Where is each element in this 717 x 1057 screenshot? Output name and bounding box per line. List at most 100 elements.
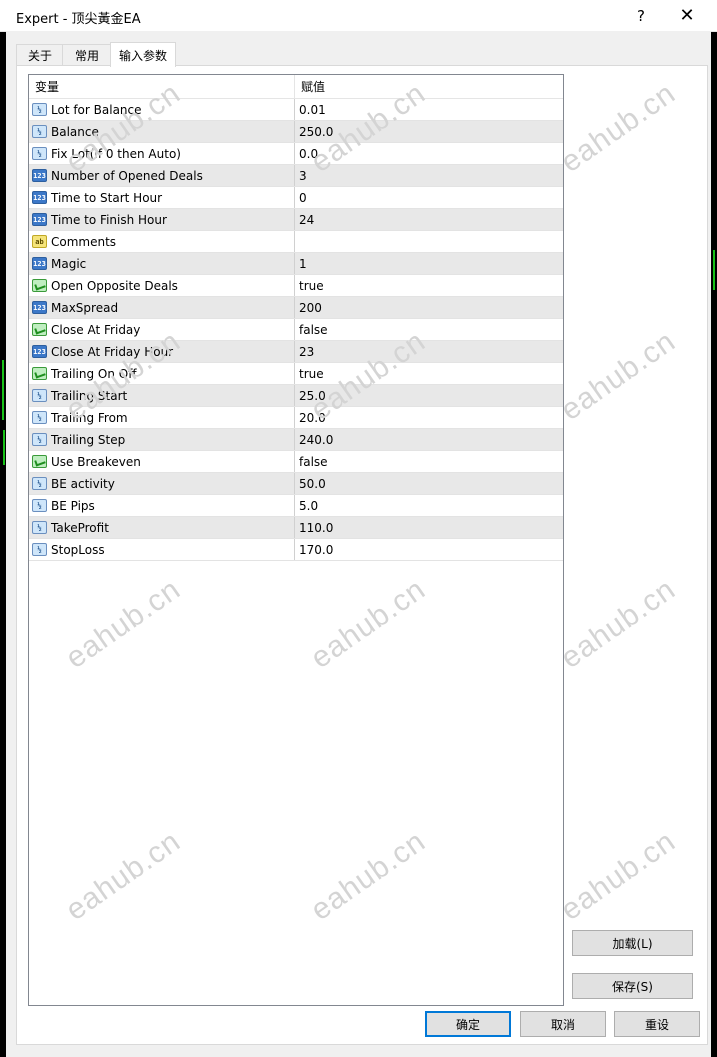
parameter-value[interactable]: 23 (299, 341, 559, 362)
double-type-icon: ½ (32, 477, 47, 490)
parameter-value[interactable]: 240.0 (299, 429, 559, 450)
parameter-name: Trailing Start (51, 388, 128, 403)
tab-label: 常用 (74, 48, 99, 63)
parameter-name: Balance (51, 124, 99, 139)
save-button[interactable]: 保存(S) (572, 973, 693, 999)
parameters-grid: 变量 赋值 ½ Lot for Balance 0.01 ½ Balance 250.0 ½… (28, 74, 564, 1006)
parameter-name: Time to Finish Hour (51, 212, 167, 227)
tab-common[interactable]: 常用 (62, 44, 112, 65)
column-header-variable[interactable]: 变量 (29, 75, 295, 98)
parameter-name: BE activity (51, 476, 115, 491)
chart-candle (713, 250, 715, 290)
parameter-value[interactable]: 25.0 (299, 385, 559, 406)
parameter-name: TakeProfit (51, 520, 109, 535)
parameter-name-cell: 123 MaxSpread (29, 297, 295, 318)
parameter-value[interactable]: 110.0 (299, 517, 559, 538)
parameter-value[interactable]: true (299, 275, 559, 296)
ok-button[interactable]: 确定 (425, 1011, 511, 1037)
table-row[interactable]: Open Opposite Deals true (29, 275, 563, 297)
parameter-value[interactable]: 5.0 (299, 495, 559, 516)
table-row[interactable]: ½ Balance 250.0 (29, 121, 563, 143)
parameter-name: BE Pips (51, 498, 95, 513)
parameter-name-cell: 123 Number of Opened Deals (29, 165, 295, 186)
table-row[interactable]: Use Breakeven false (29, 451, 563, 473)
parameter-name-cell: ½ Balance (29, 121, 295, 142)
window-titlebar: Expert - 顶尖黃金EA ? ✕ (0, 0, 717, 32)
bool-type-icon (32, 455, 47, 468)
cancel-button[interactable]: 取消 (520, 1011, 606, 1037)
integer-type-icon: 123 (32, 345, 47, 358)
table-row[interactable]: ½ StopLoss 170.0 (29, 539, 563, 561)
parameter-value[interactable]: false (299, 451, 559, 472)
table-row[interactable]: ½ Trailing From 20.0 (29, 407, 563, 429)
table-row[interactable]: 123 Magic 1 (29, 253, 563, 275)
load-button[interactable]: 加载(L) (572, 930, 693, 956)
parameter-name-cell: ½ Fix Lot(if 0 then Auto) (29, 143, 295, 164)
reset-button[interactable]: 重设 (614, 1011, 700, 1037)
dialog-client: 关于 常用 输入参数 变量 赋值 ½ Lot for Balance 0.01 ½ Ba… (6, 31, 711, 1051)
parameter-value[interactable]: 170.0 (299, 539, 559, 560)
table-row[interactable]: ab Comments (29, 231, 563, 253)
table-row[interactable]: 123 Close At Friday Hour 23 (29, 341, 563, 363)
parameter-name-cell: Close At Friday (29, 319, 295, 340)
table-row[interactable]: ½ BE activity 50.0 (29, 473, 563, 495)
parameter-name-cell: ½ Lot for Balance (29, 99, 295, 120)
parameter-name-cell: Open Opposite Deals (29, 275, 295, 296)
parameter-name: Fix Lot(if 0 then Auto) (51, 146, 181, 161)
tab-label: 关于 (27, 48, 52, 63)
parameter-name: Magic (51, 256, 87, 271)
parameter-value[interactable]: 50.0 (299, 473, 559, 494)
integer-type-icon: 123 (32, 191, 47, 204)
parameter-name: Number of Opened Deals (51, 168, 203, 183)
double-type-icon: ½ (32, 389, 47, 402)
parameter-name-cell: 123 Time to Finish Hour (29, 209, 295, 230)
table-row[interactable]: ½ Lot for Balance 0.01 (29, 99, 563, 121)
parameter-name: Lot for Balance (51, 102, 142, 117)
parameter-value[interactable]: 250.0 (299, 121, 559, 142)
table-row[interactable]: 123 MaxSpread 200 (29, 297, 563, 319)
bool-type-icon (32, 323, 47, 336)
parameter-name: Trailing Step (51, 432, 126, 447)
parameter-value[interactable]: false (299, 319, 559, 340)
table-row[interactable]: 123 Number of Opened Deals 3 (29, 165, 563, 187)
parameter-name-cell: ½ Trailing Start (29, 385, 295, 406)
table-row[interactable]: ½ Trailing Step 240.0 (29, 429, 563, 451)
double-type-icon: ½ (32, 521, 47, 534)
parameter-name-cell: ½ BE activity (29, 473, 295, 494)
parameter-name-cell: 123 Magic (29, 253, 295, 274)
tab-about[interactable]: 关于 (16, 44, 64, 65)
tab-inputs[interactable]: 输入参数 (110, 42, 176, 67)
parameter-name: Open Opposite Deals (51, 278, 178, 293)
help-button[interactable]: ? (618, 0, 664, 31)
parameter-value[interactable] (299, 231, 559, 252)
parameter-name-cell: ½ Trailing From (29, 407, 295, 428)
parameter-value[interactable]: 24 (299, 209, 559, 230)
parameter-value[interactable]: 0 (299, 187, 559, 208)
double-type-icon: ½ (32, 103, 47, 116)
parameter-value[interactable]: 0.0 (299, 143, 559, 164)
table-row[interactable]: Close At Friday false (29, 319, 563, 341)
background-chart-right-edge (711, 31, 717, 1057)
parameter-value[interactable]: 20.0 (299, 407, 559, 428)
table-row[interactable]: ½ Trailing Start 25.0 (29, 385, 563, 407)
double-type-icon: ½ (32, 433, 47, 446)
table-row[interactable]: ½ Fix Lot(if 0 then Auto) 0.0 (29, 143, 563, 165)
table-row[interactable]: Trailing On Off true (29, 363, 563, 385)
parameter-value[interactable]: 3 (299, 165, 559, 186)
parameter-name-cell: Use Breakeven (29, 451, 295, 472)
parameter-value[interactable]: 0.01 (299, 99, 559, 120)
parameter-value[interactable]: true (299, 363, 559, 384)
bool-type-icon (32, 279, 47, 292)
table-row[interactable]: ½ BE Pips 5.0 (29, 495, 563, 517)
parameter-value[interactable]: 1 (299, 253, 559, 274)
table-row[interactable]: 123 Time to Finish Hour 24 (29, 209, 563, 231)
table-row[interactable]: 123 Time to Start Hour 0 (29, 187, 563, 209)
string-type-icon: ab (32, 235, 47, 248)
bool-type-icon (32, 367, 47, 380)
close-button[interactable]: ✕ (664, 0, 710, 31)
table-row[interactable]: ½ TakeProfit 110.0 (29, 517, 563, 539)
parameter-value[interactable]: 200 (299, 297, 559, 318)
chart-candle (3, 430, 5, 465)
column-header-value[interactable]: 赋值 (295, 75, 561, 98)
help-icon: ? (637, 6, 645, 25)
